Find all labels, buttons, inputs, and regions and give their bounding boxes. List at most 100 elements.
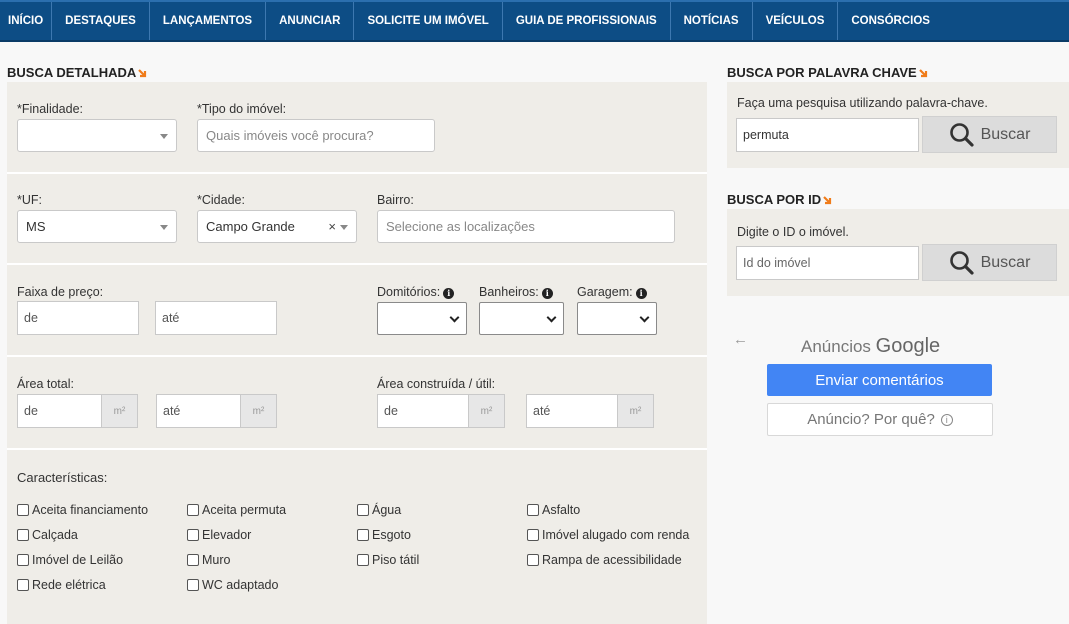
checkbox-imovel-leilao[interactable]: Imóvel de Leilão bbox=[17, 553, 123, 567]
area-total-label: Área total: bbox=[17, 377, 74, 391]
checkbox-label: Rede elétrica bbox=[32, 578, 106, 592]
why-this-ad-label: Anúncio? Por quê? bbox=[807, 411, 935, 428]
ads-label-prefix: Anúncios bbox=[801, 337, 871, 356]
checkbox-label: Aceita financiamento bbox=[32, 503, 149, 517]
id-search-title: BUSCA POR ID bbox=[727, 192, 832, 207]
garagem-select[interactable] bbox=[577, 302, 657, 335]
nav-anunciar[interactable]: ANUNCIAR bbox=[266, 2, 355, 40]
keyword-search-button[interactable]: Buscar bbox=[922, 116, 1057, 153]
nav-consorcios[interactable]: CONSÓRCIOS bbox=[838, 2, 943, 40]
preco-from-input[interactable]: de bbox=[17, 301, 139, 335]
info-icon[interactable]: i bbox=[635, 288, 647, 299]
tipo-input[interactable]: Quais imóveis você procura? bbox=[197, 119, 435, 152]
arrow-down-right-icon bbox=[918, 69, 927, 78]
checkbox-aceita-financiamento[interactable]: Aceita financiamento bbox=[17, 503, 148, 517]
checkbox-box[interactable] bbox=[187, 554, 199, 566]
checkbox-label: Imóvel de Leilão bbox=[32, 553, 124, 567]
checkbox-box[interactable] bbox=[187, 579, 199, 591]
keyword-input[interactable]: permuta bbox=[736, 118, 919, 152]
checkbox-rede-eletrica[interactable]: Rede elétrica bbox=[17, 578, 106, 592]
checkbox-box[interactable] bbox=[17, 529, 29, 541]
cidade-label: *Cidade: bbox=[197, 193, 245, 207]
area-construida-to-input[interactable]: até bbox=[526, 394, 618, 428]
keyword-search-title: BUSCA POR PALAVRA CHAVE bbox=[727, 65, 928, 80]
id-hint: Digite o ID o imóvel. bbox=[737, 225, 849, 239]
bairro-label: Bairro: bbox=[377, 193, 414, 207]
checkbox-box[interactable] bbox=[17, 579, 29, 591]
checkbox-calcada[interactable]: Calçada bbox=[17, 528, 78, 542]
keyword-search-button-label: Buscar bbox=[980, 125, 1031, 143]
dormitorios-select[interactable] bbox=[377, 302, 467, 335]
nav-lancamentos[interactable]: LANÇAMENTOS bbox=[150, 2, 267, 40]
nav-inicio[interactable]: INÍCIO bbox=[0, 2, 53, 40]
id-placeholder: Id do imóvel bbox=[743, 256, 811, 270]
dormitorios-label: Domitórios: i bbox=[377, 285, 455, 299]
checkbox-box[interactable] bbox=[17, 504, 29, 516]
finalidade-select[interactable] bbox=[17, 119, 177, 152]
caret-down-icon bbox=[160, 134, 168, 139]
id-search-button[interactable]: Buscar bbox=[922, 244, 1057, 281]
area-total-from-placeholder: de bbox=[24, 404, 38, 418]
checkbox-box[interactable] bbox=[527, 504, 539, 516]
nav-noticias[interactable]: NOTÍCIAS bbox=[671, 2, 753, 40]
finalidade-label: *Finalidade: bbox=[17, 102, 84, 116]
send-feedback-button[interactable]: Enviar comentários bbox=[767, 364, 992, 396]
arrow-down-right-icon bbox=[138, 69, 147, 78]
keyword-hint: Faça uma pesquisa utilizando palavra-cha… bbox=[737, 96, 988, 110]
checkbox-box[interactable] bbox=[527, 529, 539, 541]
checkbox-imovel-alugado[interactable]: Imóvel alugado com renda bbox=[527, 528, 689, 542]
checkbox-asfalto[interactable]: Asfalto bbox=[527, 503, 580, 517]
area-construida-from-placeholder: de bbox=[384, 404, 398, 418]
preco-to-input[interactable]: até bbox=[155, 301, 277, 335]
banheiros-select[interactable] bbox=[479, 302, 564, 335]
unit-addon: m² bbox=[241, 394, 277, 428]
uf-value: MS bbox=[26, 219, 46, 234]
bairro-input[interactable]: Selecione as localizações bbox=[377, 210, 675, 243]
checkbox-esgoto[interactable]: Esgoto bbox=[357, 528, 411, 542]
checkbox-agua[interactable]: Água bbox=[357, 503, 401, 517]
bairro-placeholder: Selecione as localizações bbox=[386, 219, 535, 234]
nav-solicite-imovel[interactable]: SOLICITE UM IMÓVEL bbox=[354, 2, 503, 40]
keyword-value: permuta bbox=[743, 128, 789, 142]
checkbox-elevador[interactable]: Elevador bbox=[187, 528, 251, 542]
checkbox-box[interactable] bbox=[357, 554, 369, 566]
area-total-to-input[interactable]: até bbox=[156, 394, 241, 428]
chevron-down-icon bbox=[639, 312, 650, 323]
area-total-from-input[interactable]: de bbox=[17, 394, 102, 428]
cidade-select[interactable]: Campo Grande × bbox=[197, 210, 357, 243]
back-arrow-icon[interactable]: ← bbox=[733, 331, 748, 348]
area-total-to-placeholder: até bbox=[163, 404, 181, 418]
unit-addon: m² bbox=[469, 394, 505, 428]
checkbox-label: Muro bbox=[202, 553, 231, 567]
id-input[interactable]: Id do imóvel bbox=[736, 246, 919, 280]
nav-guia-profissionais[interactable]: GUIA DE PROFISSIONAIS bbox=[503, 2, 671, 40]
why-this-ad-button[interactable]: Anúncio? Por quê? i bbox=[767, 403, 993, 436]
area-construida-from-input[interactable]: de bbox=[377, 394, 469, 428]
checkbox-box[interactable] bbox=[527, 554, 539, 566]
checkbox-muro[interactable]: Muro bbox=[187, 553, 230, 567]
divider bbox=[7, 355, 707, 357]
nav-destaques[interactable]: DESTAQUES bbox=[52, 2, 150, 40]
checkbox-label: Elevador bbox=[202, 528, 252, 542]
uf-select[interactable]: MS bbox=[17, 210, 177, 243]
checkbox-box[interactable] bbox=[187, 529, 199, 541]
checkbox-piso-tatil[interactable]: Piso tátil bbox=[357, 553, 419, 567]
checkbox-aceita-permuta[interactable]: Aceita permuta bbox=[187, 503, 286, 517]
checkbox-box[interactable] bbox=[187, 504, 199, 516]
preco-to-placeholder: até bbox=[162, 311, 180, 325]
nav-veiculos[interactable]: VEÍCULOS bbox=[753, 2, 839, 40]
detailed-search-title-text: BUSCA DETALHADA bbox=[7, 65, 137, 80]
info-icon[interactable]: i bbox=[443, 288, 455, 299]
checkbox-box[interactable] bbox=[357, 504, 369, 516]
info-icon[interactable]: i bbox=[541, 288, 553, 299]
preco-label: Faixa de preço: bbox=[17, 285, 104, 299]
checkbox-rampa[interactable]: Rampa de acessibilidade bbox=[527, 553, 682, 567]
send-feedback-label: Enviar comentários bbox=[815, 371, 944, 389]
checkbox-wc-adaptado[interactable]: WC adaptado bbox=[187, 578, 278, 592]
checkbox-box[interactable] bbox=[357, 529, 369, 541]
checkbox-box[interactable] bbox=[17, 554, 29, 566]
caret-down-icon bbox=[160, 225, 168, 230]
main-nav: INÍCIO DESTAQUES LANÇAMENTOS ANUNCIAR SO… bbox=[0, 0, 1069, 42]
google-logo: Google bbox=[875, 335, 941, 357]
clear-icon[interactable]: × bbox=[328, 219, 336, 234]
